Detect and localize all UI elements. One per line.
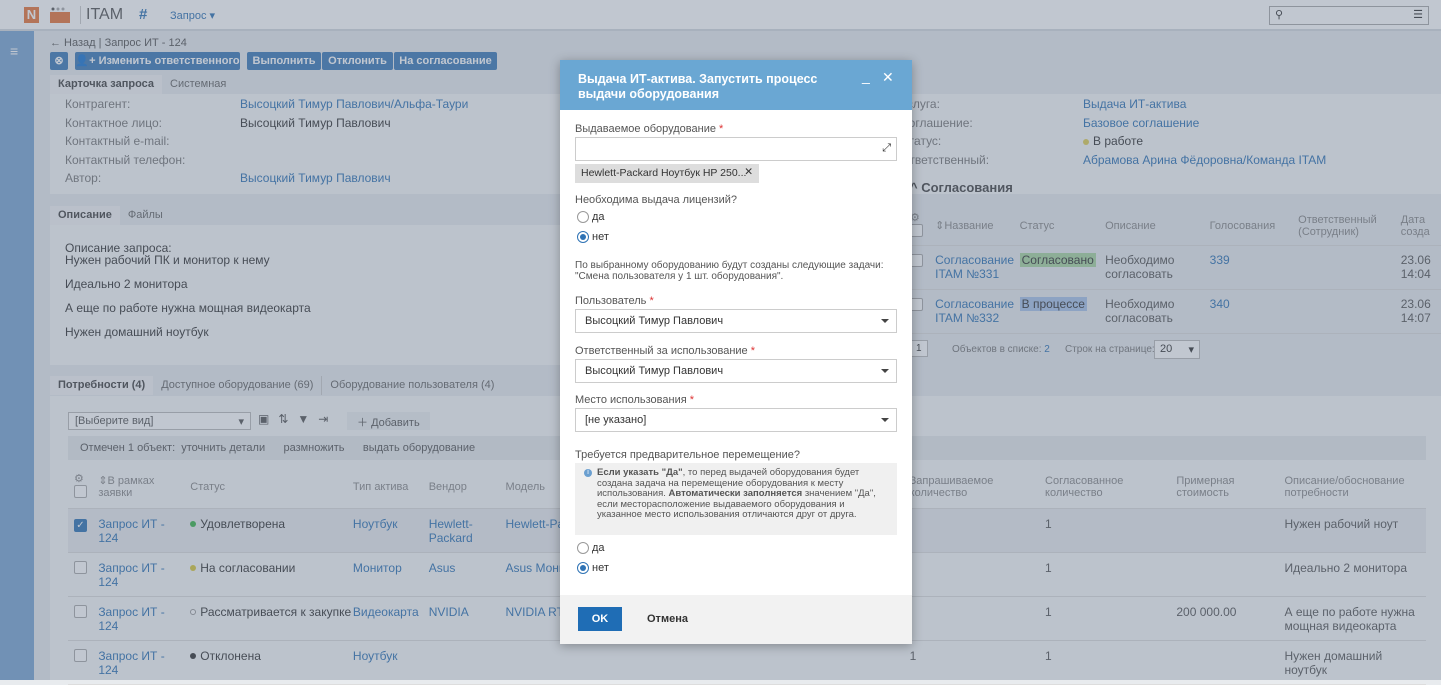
expand-icon[interactable]: ⤢	[882, 142, 891, 155]
user-label: Пользователь *	[575, 295, 654, 307]
move-question: Требуется предварительное перемещение?	[575, 449, 800, 461]
equipment-input[interactable]: ⤢	[575, 137, 897, 161]
responsible-label: Ответственный за использование *	[575, 345, 756, 357]
dialog-title: Выдача ИТ-актива. Запустить процесс выда…	[560, 60, 912, 110]
move-info: i Если указать "Да", то перед выдачей об…	[575, 463, 897, 535]
minimize-icon[interactable]: _	[862, 68, 870, 84]
move-yes-radio[interactable]: да	[577, 542, 605, 555]
issue-asset-dialog: Выдача ИТ-актива. Запустить процесс выда…	[560, 60, 912, 644]
move-no-radio[interactable]: нет	[577, 562, 609, 575]
place-label: Место использования *	[575, 394, 695, 406]
place-select[interactable]: [не указано]	[575, 408, 897, 432]
license-question: Необходима выдача лицензий?	[575, 194, 737, 206]
equipment-label: Выдаваемое оборудование *	[575, 123, 724, 135]
cancel-button[interactable]: Отмена	[647, 613, 688, 625]
close-icon[interactable]: ✕	[882, 69, 894, 86]
dialog-footer: OK Отмена	[560, 595, 912, 644]
user-select[interactable]: Высоцкий Тимур Павлович	[575, 309, 897, 333]
remove-tag-icon[interactable]: ✕	[744, 166, 753, 178]
license-no-radio[interactable]: нет	[577, 231, 609, 244]
equipment-tag: Hewlett-Packard Ноутбук HP 250... ✕	[575, 164, 759, 183]
info-icon: i	[584, 469, 592, 477]
license-yes-radio[interactable]: да	[577, 211, 605, 224]
responsible-select[interactable]: Высоцкий Тимур Павлович	[575, 359, 897, 383]
ok-button[interactable]: OK	[578, 607, 622, 631]
tasks-note: По выбранному оборудованию будут созданы…	[575, 260, 884, 282]
